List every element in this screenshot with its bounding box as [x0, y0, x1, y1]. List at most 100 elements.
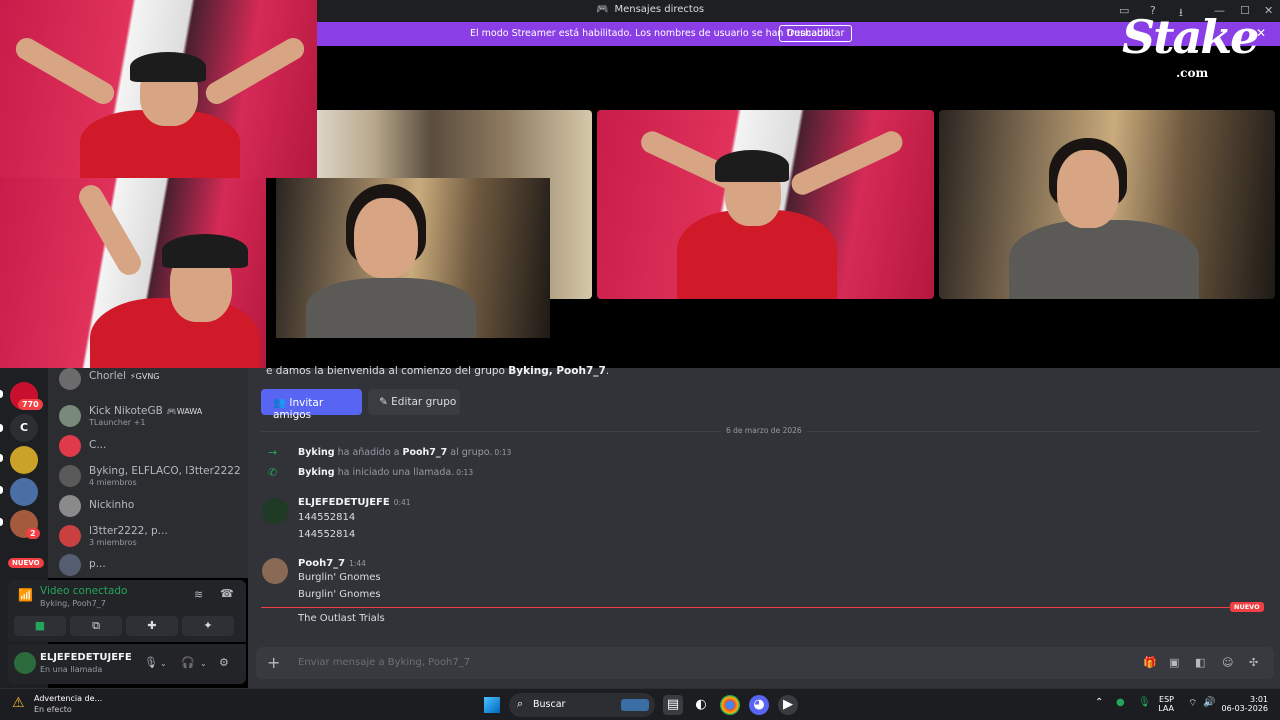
gift-icon[interactable]: 🎁 — [1143, 656, 1157, 669]
notification-title[interactable]: Advertencia de... — [34, 694, 102, 703]
network-status-icon[interactable]: ● — [1116, 697, 1125, 708]
message-line: The Outlast Trials — [298, 613, 385, 624]
server-icon-4[interactable] — [10, 478, 38, 506]
search-icon: ⌕ — [517, 697, 524, 710]
edit-group-button[interactable]: ✎ Editar grupo — [368, 389, 460, 415]
warning-icon[interactable]: ⚠ — [12, 695, 25, 711]
voice-state: Video conectado — [40, 585, 128, 597]
discord-taskbar-icon[interactable]: ◕ — [749, 695, 769, 715]
message-composer[interactable]: + Enviar mensaje a Byking, Pooh7_7 🎁 ▣ ◧… — [256, 647, 1274, 679]
arrow-right-icon: → — [268, 446, 278, 459]
avatar — [59, 405, 81, 427]
video-tile-byking[interactable] — [597, 110, 934, 299]
share-screen-button[interactable]: ⧉ — [70, 616, 122, 636]
avatar[interactable] — [262, 558, 288, 584]
notification-subtitle: En efecto — [34, 705, 72, 714]
new-badge: NUEVO — [8, 558, 44, 568]
settings-icon[interactable]: ⚙ — [219, 656, 229, 669]
avatar[interactable] — [262, 498, 288, 524]
clock[interactable]: 3:01 06-03-2026 — [1216, 695, 1269, 713]
search-label: Buscar — [533, 699, 566, 710]
obs-icon[interactable]: ◐ — [691, 695, 711, 715]
noise-suppression-icon[interactable]: ≋ — [194, 588, 203, 601]
server-icon-c[interactable]: C — [10, 414, 38, 442]
gif-icon[interactable]: ▣ — [1169, 656, 1179, 669]
video-tile-pooh[interactable] — [939, 110, 1275, 299]
disable-streamer-button[interactable]: Deshabilitar — [779, 25, 853, 42]
emoji-icon[interactable]: ☺ — [1222, 656, 1233, 669]
wifi-icon[interactable]: ⌔ — [1188, 697, 1197, 710]
media-player-icon[interactable]: ▶ — [778, 695, 798, 715]
user-panel: ELJEFEDETUJEFE En una llamada 🎙 ⌄ 🎧 ⌄ ⚙ — [8, 644, 246, 684]
message-author[interactable]: ELJEFEDETUJEFE 0:41 — [298, 497, 411, 508]
dm-name: Kick NikoteGB 🎮WAWA — [89, 405, 203, 417]
chat-panel — [248, 368, 1280, 688]
apps-icon[interactable]: ✣ — [1249, 656, 1258, 669]
disconnect-icon[interactable]: ☎ — [220, 587, 234, 600]
dm-item[interactable]: l3tter2222, p... 3 miembros — [56, 521, 244, 551]
dm-name: Nickinho — [89, 499, 135, 511]
dm-list: Chorlel ⚡GVNG Kick NikoteGB 🎮WAWA TLaunche… — [48, 368, 248, 578]
user-avatar[interactable] — [14, 652, 36, 674]
language-indicator[interactable]: ESP LAA — [1154, 695, 1174, 713]
chrome-icon[interactable] — [720, 695, 740, 715]
welcome-text: e damos la bienvenida al comienzo del gr… — [266, 365, 610, 377]
streamer-webcam-overlay — [0, 0, 317, 178]
video-call-stage — [0, 0, 1280, 386]
soundboard-button[interactable]: ✦ — [182, 616, 234, 636]
chevron-down-icon[interactable]: ⌄ — [160, 659, 167, 668]
dm-name: Byking, ELFLACO, l3tter2222 — [89, 465, 241, 477]
taskbar-search[interactable]: ⌕ Buscar — [509, 693, 655, 717]
message-line: 144552814 — [298, 529, 356, 540]
message-input[interactable]: Enviar mensaje a Byking, Pooh7_7 — [298, 657, 470, 668]
dm-subtitle: TLauncher +1 — [89, 418, 146, 427]
dm-item[interactable]: p... — [56, 550, 244, 580]
mic-tray-icon[interactable]: 🎙 — [1138, 697, 1151, 708]
mention-badge: 770 — [18, 399, 43, 410]
dm-subtitle: 3 miembros — [89, 538, 137, 547]
dm-name: C... — [89, 439, 107, 451]
streamer-webcam-overlay-2 — [0, 178, 266, 386]
window-title-text: Mensajes directos — [614, 4, 705, 15]
message-line: 144552814 — [298, 512, 356, 523]
pencil-icon: ✎ — [379, 396, 392, 408]
system-message: Byking ha iniciado una llamada. 0:13 — [298, 467, 474, 478]
voice-channel[interactable]: Byking, Pooh7_7 — [40, 599, 106, 608]
avatar — [59, 368, 81, 390]
chevron-down-icon[interactable]: ⌄ — [200, 659, 207, 668]
dm-name: p... — [89, 558, 106, 570]
chevron-up-icon[interactable]: ⌃ — [1095, 697, 1103, 708]
microphone-icon[interactable]: 🎙 — [144, 656, 158, 669]
dm-subtitle: 4 miembros — [89, 478, 137, 487]
message-author[interactable]: Pooh7_7 1:44 — [298, 558, 366, 569]
phone-icon: ✆ — [268, 466, 278, 479]
volume-icon[interactable]: 🔊 — [1203, 697, 1215, 708]
dm-item[interactable]: Byking, ELFLACO, l3tter2222 4 miembros — [56, 461, 244, 491]
windows-taskbar: ⚠ Advertencia de... En efecto ⌕ Buscar ▤… — [0, 688, 1280, 720]
avatar — [59, 554, 81, 576]
activities-button[interactable]: ✚ — [126, 616, 178, 636]
avatar — [59, 465, 81, 487]
server-icon-3[interactable] — [10, 446, 38, 474]
sticker-icon[interactable]: ◧ — [1195, 656, 1205, 669]
message-line: Burglin' Gnomes — [298, 572, 381, 583]
server-badge: 2 — [26, 528, 40, 539]
new-messages-tag: NUEVO — [1230, 602, 1264, 612]
signal-icon: 📶 — [18, 588, 33, 602]
camera-button[interactable]: ■ — [14, 616, 66, 636]
stake-logo: Stake .com — [1122, 10, 1259, 80]
add-attachment-icon[interactable]: + — [267, 653, 280, 672]
dm-item[interactable]: C... — [56, 431, 244, 461]
headphones-icon[interactable]: 🎧 — [181, 656, 195, 669]
date-separator: 6 de marzo de 2026 — [261, 426, 1259, 435]
task-view-icon[interactable]: ▤ — [663, 695, 683, 715]
dm-item[interactable]: Chorlel ⚡GVNG — [56, 368, 244, 402]
start-button[interactable] — [484, 697, 500, 713]
invite-friends-button[interactable]: 👥 Invitar amigos — [261, 389, 362, 421]
avatar — [59, 525, 81, 547]
window-title: 🎮 Mensajes directos — [596, 4, 704, 15]
dm-name: l3tter2222, p... — [89, 525, 168, 537]
voice-connection-panel: 📶 Video conectado Byking, Pooh7_7 ≋ ☎ ■ … — [8, 580, 246, 642]
dm-item[interactable]: Nickinho — [56, 491, 244, 521]
dm-item[interactable]: Kick NikoteGB 🎮WAWA TLauncher +1 — [56, 401, 244, 431]
